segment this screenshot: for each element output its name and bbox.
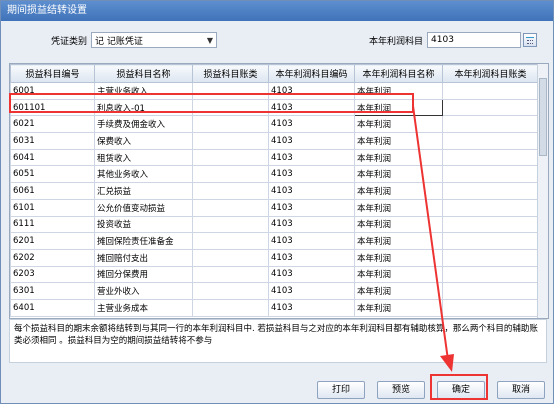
annotation-arrow-icon (412, 105, 454, 372)
